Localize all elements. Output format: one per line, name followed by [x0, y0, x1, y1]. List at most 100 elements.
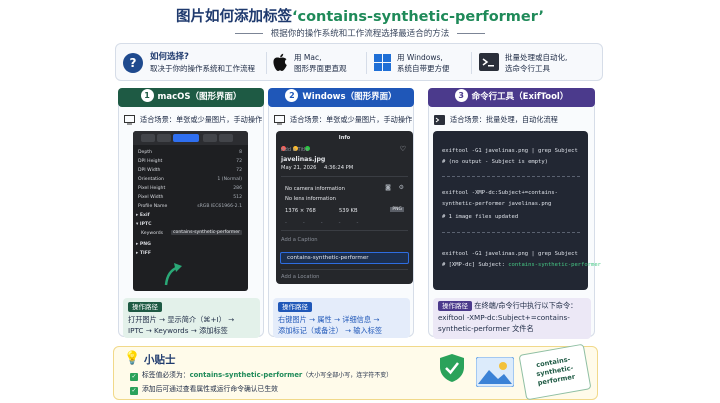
windows-path: 操作路径 右键图片 → 属性 → 详细信息 → 添加标记（或备注） → 输入标签 [273, 298, 410, 338]
macos-header: 1 macOS（图形界面） [118, 88, 264, 107]
step-number-1: 1 [140, 89, 154, 102]
cli-path-line1: 在终端/命令行中执行以下命令： [474, 301, 578, 310]
mac-row: DPI Height 72 [138, 159, 242, 164]
macos-path-line1: 打开图片 → 显示简介（⌘+I） → [128, 315, 235, 324]
mac-row: Pixel Height 286 [138, 186, 242, 191]
heart-icon[interactable]: ♡ [400, 145, 406, 153]
terminal-icon [479, 53, 499, 71]
file-date: May 21, 2026 [281, 165, 317, 171]
arrow-icon [164, 263, 182, 286]
info-tab[interactable] [173, 134, 199, 142]
cli-path-line2: exiftool -XMP-dc:Subject+=contains- [438, 313, 570, 322]
tips-title: 小贴士 [144, 354, 176, 366]
mac-row: Orientation 1 (Normal) [138, 177, 242, 182]
question-icon: ? [123, 53, 143, 73]
page-title: 图片如何添加标签‘contains-synthetic-performer’ [0, 5, 720, 26]
keywords-row[interactable]: Keywords contains-synthetic-performer [133, 229, 248, 240]
keyword-field[interactable]: contains-synthetic-performer [280, 252, 409, 264]
terminal-output: # 1 image files updated [442, 214, 519, 220]
terminal-command: exiftool -G1 javelinas.png | grep Subjec… [442, 148, 578, 154]
cli-path-line3: synthetic-performer 文件名 [438, 323, 534, 333]
cli-scene: 适合场景：批量处理，自动化流程 [434, 115, 558, 125]
title-keyword: ‘contains-synthetic-performer’ [291, 9, 545, 25]
mac-row: Pixel Width 512 [138, 195, 242, 200]
format-badge: PNG [390, 207, 404, 212]
step-number-3: 3 [454, 89, 468, 102]
windows-icon [374, 54, 391, 71]
png-section[interactable]: ▸ PNG [133, 240, 248, 249]
camera-info: No camera information [285, 186, 345, 192]
cli-title: 命令行工具（ExifTool） [471, 92, 569, 102]
check-icon: ✓ [130, 373, 138, 381]
terminal-output: # (no output - Subject is empty) [442, 159, 548, 165]
window-title: Info [338, 135, 351, 141]
terminal-command: synthetic-performer javelinas.png [442, 201, 552, 207]
choose-guide: ? 如何选择? 取决于你的操作系统和工作流程 用 Mac, 图形界面更直观 用 … [115, 43, 603, 81]
mac-row: Depth 8 [138, 150, 242, 155]
caption-field[interactable]: Add a Caption [281, 237, 318, 243]
tips-box: 💡 小贴士 ✓ 标签值必须为：contains-synthetic-perform… [113, 343, 598, 401]
windows-path-line2: 添加标记（或备注） → 输入标签 [278, 326, 383, 335]
macos-title: macOS（图形界面） [157, 92, 242, 102]
guide-mac-line2: 图形界面更直观 [294, 64, 347, 73]
exif-placeholders: ----- [285, 220, 375, 226]
settings-icon: ⚙ [398, 184, 404, 191]
image-dimensions: 1376 × 768 [285, 208, 316, 214]
cli-path: 操作路径 在终端/命令行中执行以下命令： exiftool -XMP-dc:Su… [433, 298, 591, 339]
guide-heading: 如何选择? [150, 52, 189, 62]
terminal-window: exiftool -G1 javelinas.png | grep Subjec… [433, 131, 601, 290]
tag-badge: contains-synthetic-performer [518, 343, 592, 401]
windows-header: 2 Windows（图形界面） [268, 88, 414, 107]
macos-path-line2: IPTC → Keywords → 添加标签 [128, 326, 228, 335]
cli-scene-text: 适合场景：批量处理，自动化流程 [450, 115, 558, 124]
check-icon: ✓ [130, 387, 138, 395]
guide-intro: 如何选择? 取决于你的操作系统和工作流程 [150, 51, 255, 74]
image-icon [476, 357, 514, 387]
guide-cli: 批量处理或自动化, 选命令行工具 [505, 52, 567, 74]
windows-scene-text: 适合场景：单张或少量图片，手动操作 [290, 115, 413, 124]
keywords-label: Keywords [141, 231, 164, 236]
terminal-command: exiftool -G1 javelinas.png | grep Subjec… [442, 251, 578, 257]
mac-row: Profile Name sRGB IEC61966-2.1 [138, 204, 242, 209]
file-name: javelinas.jpg [281, 156, 326, 163]
path-tag: 操作路径 [278, 302, 312, 312]
page-subtitle: 根据你的操作系统和工作流程选择最适合的方法 [0, 27, 720, 39]
subject-value: contains-synthetic-performer [508, 262, 601, 268]
shield-check-icon [440, 354, 464, 382]
subtitle-text: 根据你的操作系统和工作流程选择最适合的方法 [270, 29, 450, 39]
guide-windows-line2: 系统自带更方便 [397, 64, 450, 73]
windows-path-line1: 右键图片 → 属性 → 详细信息 → [278, 315, 380, 324]
lens-info: No lens information [285, 196, 336, 202]
file-size: 539 KB [339, 208, 358, 214]
iptc-section[interactable]: ▾ IPTC [133, 220, 248, 229]
tip-keyword: contains-synthetic-performer [189, 371, 303, 379]
step-number-2: 2 [285, 89, 299, 102]
add-title-field[interactable]: Add a Title [281, 147, 309, 153]
apple-icon [273, 53, 287, 71]
inspector-toolbar [133, 131, 248, 145]
macos-path: 操作路径 打开图片 → 显示简介（⌘+I） → IPTC → Keywords … [123, 298, 260, 338]
location-field[interactable]: Add a Location [281, 274, 319, 280]
guide-windows: 用 Windows, 系统自带更方便 [397, 52, 450, 74]
terminal-command: exiftool -XMP-dc:Subject+=contains- [442, 190, 558, 196]
macos-scene-text: 适合场景：单张或少量图片，手动操作 [140, 115, 263, 124]
file-time: 4:36:24 PM [324, 165, 354, 171]
title-text: 图片如何添加标签 [175, 9, 292, 25]
guide-mac-line1: 用 Mac, [294, 53, 322, 62]
camera-icon: ◙ [385, 184, 391, 191]
guide-mac: 用 Mac, 图形界面更直观 [294, 52, 347, 74]
macos-scene: 适合场景：单张或少量图片，手动操作 [124, 115, 262, 125]
keywords-value[interactable]: contains-synthetic-performer [171, 230, 242, 235]
tip-line-1: ✓ 标签值必须为：contains-synthetic-performer（大小写… [130, 371, 393, 381]
guide-cli-line2: 选命令行工具 [505, 64, 550, 73]
path-tag: 操作路径 [438, 301, 472, 311]
guide-windows-line1: 用 Windows, [397, 53, 443, 62]
exif-section[interactable]: ▸ Exif [133, 211, 248, 220]
windows-title: Windows（图形界面） [302, 92, 397, 102]
cli-header: 3 命令行工具（ExifTool） [428, 88, 595, 107]
mac-row: DPI Width 72 [138, 168, 242, 173]
guide-cli-line1: 批量处理或自动化, [505, 53, 568, 62]
guide-desc: 取决于你的操作系统和工作流程 [150, 64, 255, 73]
tiff-section[interactable]: ▸ TIFF [133, 249, 248, 258]
keyword-value: contains-synthetic-performer [287, 255, 369, 261]
